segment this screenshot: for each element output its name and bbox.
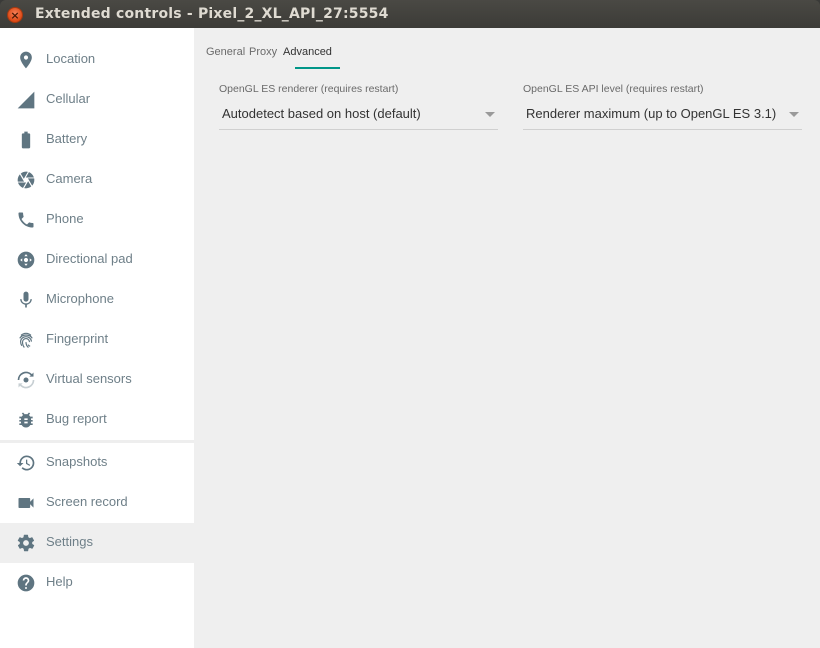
video-camera-icon bbox=[16, 493, 36, 513]
sidebar-item-fingerprint[interactable]: Fingerprint bbox=[0, 320, 194, 360]
sidebar-item-label: Settings bbox=[46, 534, 93, 549]
sidebar-item-location[interactable]: Location bbox=[0, 40, 194, 80]
dpad-icon bbox=[16, 250, 36, 270]
sidebar-item-label: Battery bbox=[46, 131, 88, 146]
sidebar-item-label: Microphone bbox=[46, 291, 114, 306]
rotation-icon bbox=[16, 370, 36, 390]
sidebar-item-label: Phone bbox=[46, 211, 84, 226]
api-level-label: OpenGL ES API level (requires restart) bbox=[523, 83, 704, 95]
active-tab-indicator bbox=[295, 67, 340, 69]
sidebar-item-battery[interactable]: Battery bbox=[0, 120, 194, 160]
bug-icon bbox=[16, 410, 36, 430]
sidebar-item-label: Snapshots bbox=[46, 454, 108, 469]
sidebar-item-virtual-sensors[interactable]: Virtual sensors bbox=[0, 360, 194, 400]
tab-general[interactable]: General bbox=[206, 46, 245, 70]
sidebar-item-label: Camera bbox=[46, 171, 93, 186]
sidebar-item-directional-pad[interactable]: Directional pad bbox=[0, 240, 194, 280]
sidebar-item-microphone[interactable]: Microphone bbox=[0, 280, 194, 320]
chevron-down-icon bbox=[789, 112, 799, 117]
help-icon bbox=[16, 573, 36, 593]
api-level-select-value: Renderer maximum (up to OpenGL ES 3.1) bbox=[526, 106, 777, 121]
camera-aperture-icon bbox=[16, 170, 36, 190]
sidebar-item-label: Bug report bbox=[46, 411, 107, 426]
location-pin-icon bbox=[16, 50, 36, 70]
gear-icon bbox=[16, 533, 36, 553]
sidebar-item-camera[interactable]: Camera bbox=[0, 160, 194, 200]
sidebar-item-settings[interactable]: Settings bbox=[0, 523, 194, 563]
title-bar: × Extended controls - Pixel_2_XL_API_27:… bbox=[0, 0, 820, 28]
sidebar-item-label: Directional pad bbox=[46, 251, 133, 266]
sidebar-item-screen-record[interactable]: Screen record bbox=[0, 483, 194, 523]
sidebar-item-label: Virtual sensors bbox=[46, 371, 132, 386]
sidebar-item-bug-report[interactable]: Bug report bbox=[0, 400, 194, 440]
api-level-select[interactable]: Renderer maximum (up to OpenGL ES 3.1) bbox=[523, 102, 802, 130]
renderer-select-value: Autodetect based on host (default) bbox=[222, 106, 421, 121]
sidebar-item-help[interactable]: Help bbox=[0, 563, 194, 603]
renderer-select[interactable]: Autodetect based on host (default) bbox=[219, 102, 498, 130]
phone-icon bbox=[16, 210, 36, 230]
chevron-down-icon bbox=[485, 112, 495, 117]
close-window-button[interactable]: × bbox=[7, 7, 23, 23]
sidebar-item-phone[interactable]: Phone bbox=[0, 200, 194, 240]
battery-icon bbox=[16, 130, 36, 150]
sidebar-item-snapshots[interactable]: Snapshots bbox=[0, 443, 194, 483]
fingerprint-icon bbox=[16, 330, 36, 350]
microphone-icon bbox=[16, 290, 36, 310]
sidebar: Location Cellular Battery Camera Phone D… bbox=[0, 28, 194, 648]
close-icon: × bbox=[10, 8, 20, 22]
sidebar-item-label: Location bbox=[46, 51, 96, 66]
cellular-signal-icon bbox=[16, 90, 36, 110]
settings-panel: General Proxy Advanced OpenGL ES rendere… bbox=[194, 28, 820, 648]
sidebar-item-cellular[interactable]: Cellular bbox=[0, 80, 194, 120]
history-icon bbox=[16, 453, 36, 473]
sidebar-item-label: Help bbox=[46, 574, 73, 589]
tab-proxy[interactable]: Proxy bbox=[249, 46, 277, 70]
sidebar-item-label: Screen record bbox=[46, 494, 128, 509]
window-title: Extended controls - Pixel_2_XL_API_27:55… bbox=[35, 6, 389, 22]
sidebar-item-label: Cellular bbox=[46, 91, 91, 106]
sidebar-item-label: Fingerprint bbox=[46, 331, 109, 346]
renderer-label: OpenGL ES renderer (requires restart) bbox=[219, 83, 399, 95]
